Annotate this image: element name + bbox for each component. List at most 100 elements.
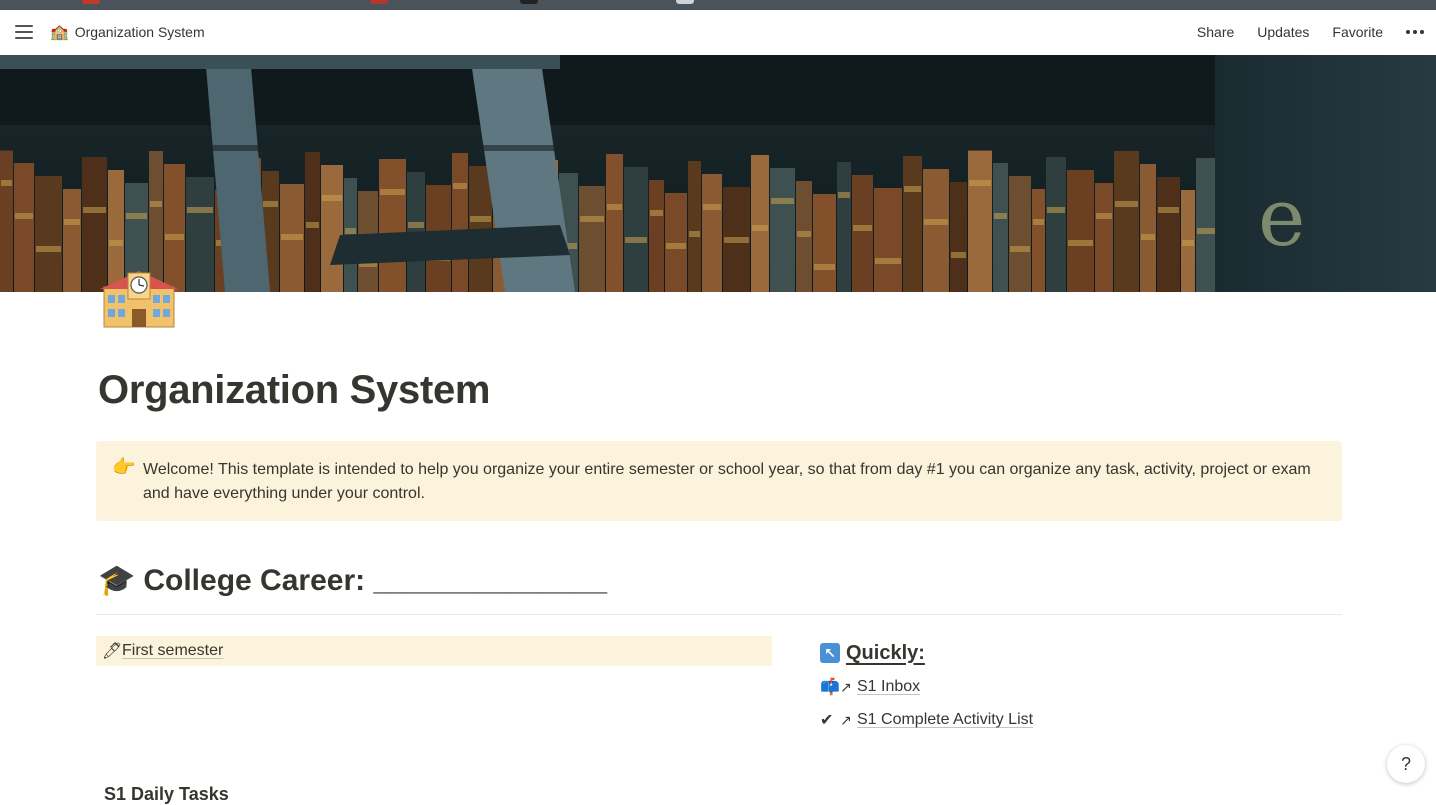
book-band — [1141, 234, 1155, 240]
first-semester-link[interactable]: First semester — [122, 642, 223, 660]
book-spine — [837, 162, 851, 292]
book-band — [83, 207, 106, 213]
os-window-strip — [0, 0, 1436, 10]
book-band — [797, 231, 811, 237]
checkmark-icon: ✔ — [820, 712, 834, 729]
s1-inbox-link[interactable]: S1 Inbox — [857, 678, 920, 696]
updates-button[interactable]: Updates — [1257, 24, 1309, 40]
book-band — [1115, 201, 1138, 207]
book-spine — [0, 150, 13, 292]
breadcrumb-label: Organization System — [74, 24, 205, 40]
book-band — [650, 210, 663, 216]
book-band — [470, 216, 491, 222]
school-building-icon — [100, 271, 178, 328]
book-band — [187, 207, 213, 213]
book-band — [625, 237, 647, 243]
book-band — [969, 180, 991, 186]
book-band — [1, 180, 12, 186]
share-button[interactable]: Share — [1197, 24, 1234, 40]
book-spine — [770, 168, 795, 292]
book-band — [814, 264, 835, 270]
topbar: 🏫 Organization System Share Updates Favo… — [0, 10, 1436, 55]
book-spine — [606, 154, 623, 292]
top-actions: Share Updates Favorite — [1197, 23, 1436, 41]
more-options-icon[interactable] — [1406, 23, 1424, 41]
book-spine — [186, 177, 214, 292]
book-band — [1182, 240, 1194, 246]
book-band — [580, 216, 604, 222]
book-band — [263, 201, 278, 207]
book-band — [64, 219, 80, 225]
book-band — [1068, 240, 1093, 246]
page-title[interactable]: Organization System — [98, 368, 490, 413]
quick-link-row[interactable]: ✔ ↗ S1 Complete Activity List — [820, 708, 1033, 732]
book-band — [36, 246, 61, 252]
book-spine — [14, 163, 34, 292]
book-spine — [1196, 158, 1217, 292]
book-spine — [452, 153, 468, 292]
book-band — [724, 237, 749, 243]
book-band — [875, 258, 901, 264]
favorite-button[interactable]: Favorite — [1332, 24, 1383, 40]
book-spine — [1067, 170, 1094, 292]
college-career-heading[interactable]: 🎓 College Career: ______________ — [98, 563, 607, 598]
book-band — [453, 183, 467, 189]
book-spine — [665, 193, 687, 292]
welcome-callout[interactable]: 👉 Welcome! This template is intended to … — [96, 441, 1342, 521]
book-spine — [321, 165, 343, 292]
book-spine — [688, 161, 701, 292]
pen-icon: 🖊 — [102, 643, 123, 660]
bookshelf-cover-illustration: e — [0, 55, 1436, 292]
book-spine — [1095, 183, 1113, 292]
book-band — [150, 201, 162, 207]
book-spine — [63, 189, 81, 292]
book-band — [951, 252, 966, 258]
s1-daily-tasks-heading[interactable]: S1 Daily Tasks — [104, 784, 229, 805]
quick-link-row[interactable]: 📫 ↗ S1 Inbox — [820, 675, 1033, 699]
book-band — [1033, 219, 1044, 225]
book-band — [1197, 228, 1216, 234]
hamburger-menu-icon[interactable] — [15, 25, 33, 40]
book-band — [126, 213, 147, 219]
book-band — [904, 186, 921, 192]
book-band — [1158, 207, 1179, 213]
book-spine — [923, 169, 949, 292]
book-band — [752, 225, 768, 231]
first-semester-row[interactable]: 🖊 First semester — [96, 636, 772, 666]
arrow-up-left-icon: ↖ — [820, 643, 840, 663]
book-spine — [1114, 151, 1139, 292]
quickly-label: Quickly: — [846, 641, 925, 664]
book-band — [703, 204, 721, 210]
s1-daily-tasks-label: S1 Daily Tasks — [104, 784, 229, 804]
book-band — [689, 231, 700, 237]
quickly-section: ↖ Quickly: 📫 ↗ S1 Inbox ✔ ↗ S1 Complete … — [820, 640, 1033, 732]
book-spine — [813, 194, 836, 292]
book-band — [109, 240, 123, 246]
book-band — [666, 243, 686, 249]
pointing-hand-icon: 👉 — [112, 457, 136, 478]
book-band — [281, 234, 303, 240]
book-spine — [1009, 176, 1031, 292]
callout-text: Welcome! This template is intended to he… — [143, 461, 1311, 502]
book-spine — [968, 150, 992, 292]
book-spine — [874, 188, 902, 292]
graduation-cap-icon: 🎓 — [98, 564, 136, 597]
book-spine — [702, 174, 722, 292]
book-spine — [1032, 189, 1045, 292]
help-button[interactable]: ? — [1387, 745, 1425, 783]
book-band — [15, 213, 33, 219]
book-spine — [852, 175, 873, 292]
book-spine — [1157, 177, 1180, 292]
book-band — [607, 204, 622, 210]
s1-complete-activity-list-link[interactable]: S1 Complete Activity List — [857, 711, 1033, 729]
book-band — [994, 213, 1007, 219]
book-band — [853, 225, 872, 231]
book-band — [838, 192, 850, 198]
divider — [96, 614, 1342, 615]
book-band — [345, 228, 356, 234]
breadcrumb[interactable]: 🏫 Organization System — [50, 23, 205, 41]
book-spine — [903, 156, 922, 292]
book-spine — [993, 163, 1008, 292]
book-spine — [1140, 164, 1156, 292]
book-band — [165, 234, 184, 240]
